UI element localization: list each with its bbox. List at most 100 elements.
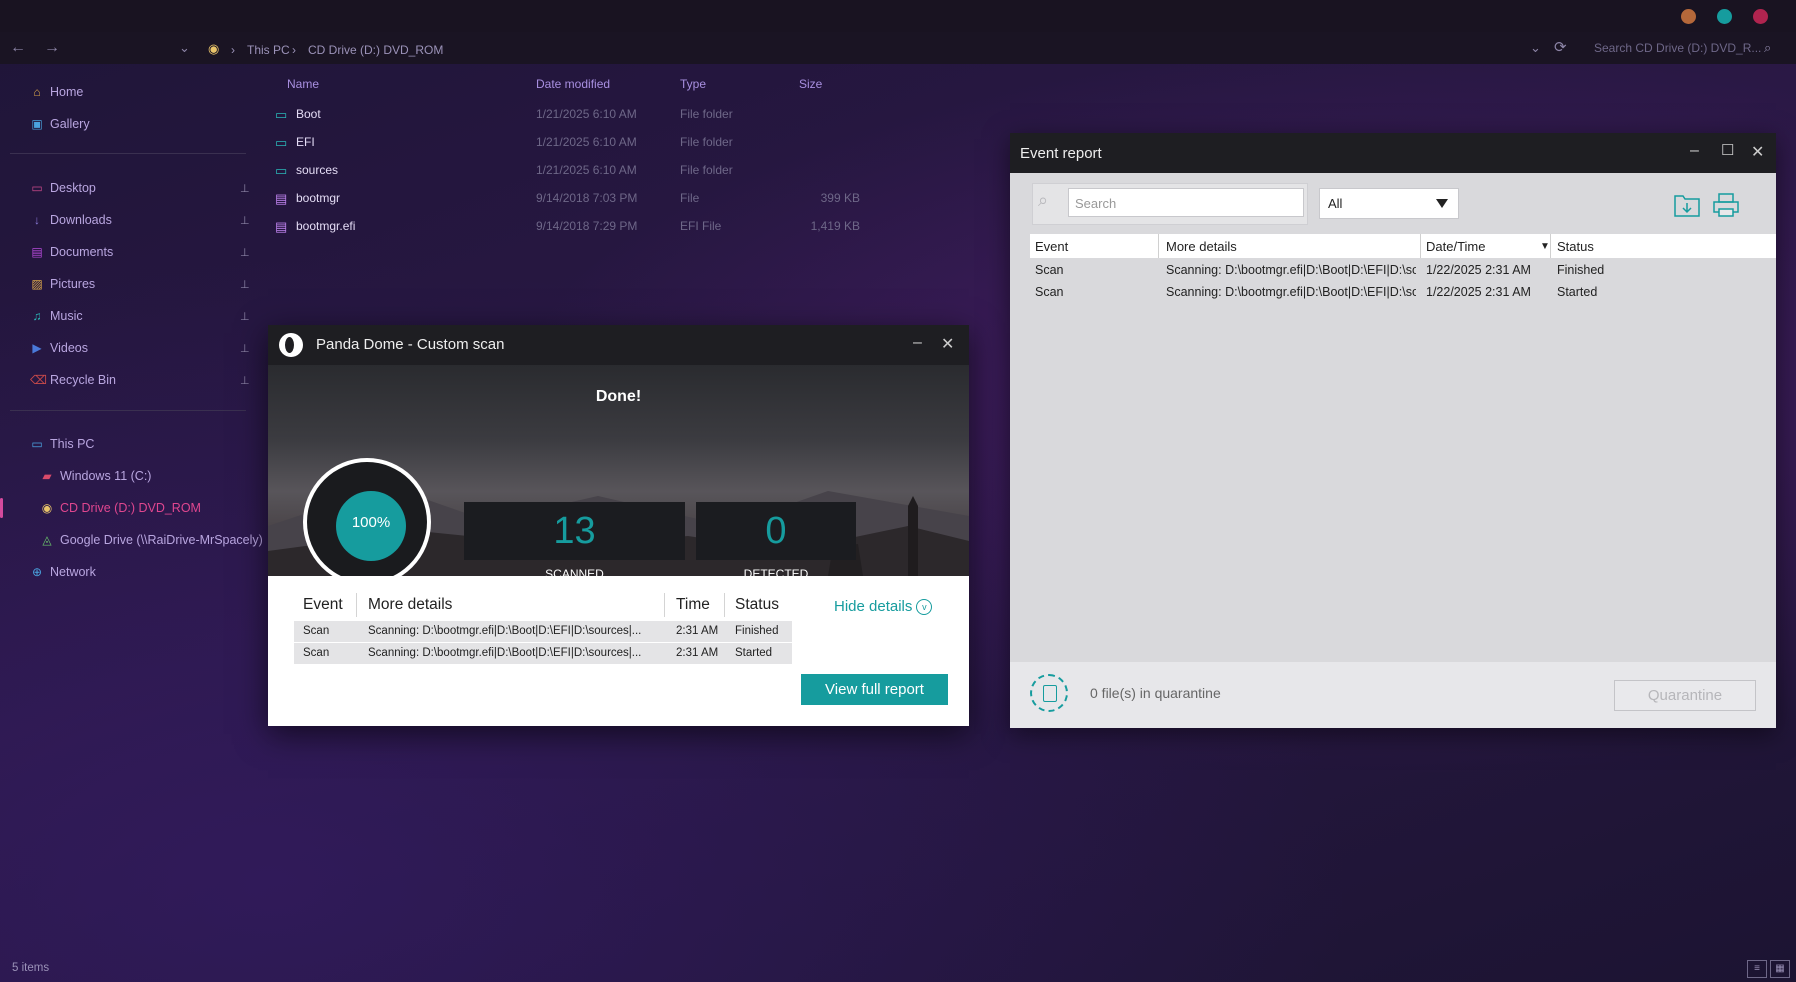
back-icon[interactable]: ← — [10, 39, 26, 57]
file-name: bootmgr.efi — [296, 219, 356, 233]
sidebar-item-recycle-bin[interactable]: ⌫ Recycle Bin — [30, 368, 116, 392]
file-row[interactable]: ▭ sources 1/21/2025 6:10 AM File folder — [270, 157, 900, 183]
file-date: 1/21/2025 6:10 AM — [536, 163, 637, 177]
column-header-type[interactable]: Type — [680, 77, 706, 91]
header-datetime[interactable]: Date/Time — [1426, 239, 1485, 254]
downloads-icon: ↓ — [34, 213, 40, 227]
sidebar-item-home[interactable]: ⌂ Home — [30, 80, 83, 104]
file-name: EFI — [296, 135, 315, 149]
sidebar-item-desktop[interactable]: ▭ Desktop — [30, 176, 96, 200]
pin-icon[interactable]: ⊥ — [240, 182, 250, 195]
row-event: Scan — [1035, 285, 1064, 299]
file-row[interactable]: ▭ Boot 1/21/2025 6:10 AM File folder — [270, 101, 900, 127]
sidebar-item-google-drive[interactable]: ◬ Google Drive (\\RaiDrive-MrSpacely) — [40, 528, 263, 552]
row-event: Scan — [303, 625, 330, 637]
close-icon[interactable]: ✕ — [1751, 142, 1764, 162]
file-icon: ▤ — [275, 219, 288, 234]
scanned-label: SCANNED — [545, 567, 604, 576]
window-dot-2[interactable] — [1717, 9, 1732, 24]
view-full-report-button[interactable]: View full report — [801, 674, 948, 705]
sort-desc-icon[interactable]: ▼ — [1540, 241, 1550, 252]
sidebar-item-videos[interactable]: ▶ Videos — [30, 336, 88, 360]
network-icon: ⊕ — [31, 565, 43, 579]
address-dropdown-chevron-icon[interactable]: ⌄ — [1530, 40, 1541, 56]
header-event[interactable]: Event — [1035, 239, 1068, 254]
file-row[interactable]: ▭ EFI 1/21/2025 6:10 AM File folder — [270, 129, 900, 155]
sidebar-item-label: Documents — [50, 245, 114, 259]
minimize-icon[interactable]: – — [1690, 142, 1699, 160]
event-report-titlebar: Event report – ☐ ✕ — [1010, 133, 1776, 173]
recent-locations-chevron-icon[interactable]: ⌄ — [179, 40, 190, 56]
pin-icon[interactable]: ⊥ — [240, 342, 250, 355]
event-row[interactable]: Scan Scanning: D:\bootmgr.efi|D:\Boot|D:… — [1030, 259, 1776, 281]
pin-icon[interactable]: ⊥ — [240, 374, 250, 387]
file-date: 1/21/2025 6:10 AM — [536, 107, 637, 121]
table-header-event: Event — [303, 596, 343, 613]
explorer-search-input[interactable]: Search CD Drive (D:) DVD_R... — [1580, 36, 1794, 60]
sidebar-item-label: Google Drive (\\RaiDrive-MrSpacely) — [60, 533, 263, 547]
print-icon[interactable] — [1712, 192, 1740, 218]
sidebar-item-network[interactable]: ⊕ Network — [30, 560, 96, 584]
refresh-icon[interactable]: ⟳ — [1554, 38, 1567, 56]
tiles-view-icon[interactable]: ▦ — [1770, 960, 1790, 978]
quarantine-button[interactable]: Quarantine — [1614, 680, 1756, 711]
row-details: Scanning: D:\bootmgr.efi|D:\Boot|D:\EFI|… — [368, 625, 642, 637]
window-dot-3[interactable] — [1753, 9, 1768, 24]
sidebar-item-pictures[interactable]: ▨ Pictures — [30, 272, 95, 296]
sidebar-item-music[interactable]: ♫ Music — [30, 304, 83, 328]
breadcrumb-this-pc[interactable]: This PC — [247, 43, 290, 57]
sidebar-item-label: Desktop — [50, 181, 96, 195]
file-name: Boot — [296, 107, 321, 121]
file-date: 9/14/2018 7:29 PM — [536, 219, 638, 233]
scanned-value: 13 — [553, 510, 596, 552]
desktop-icon: ▭ — [31, 181, 43, 195]
pin-icon[interactable]: ⊥ — [240, 310, 250, 323]
table-row[interactable]: Scan Scanning: D:\bootmgr.efi|D:\Boot|D:… — [294, 621, 792, 642]
gallery-icon: ▣ — [31, 117, 43, 131]
forward-icon[interactable]: → — [44, 39, 60, 57]
cd-drive-icon: ◉ — [41, 501, 53, 515]
dropdown-arrow-icon — [1436, 199, 1448, 208]
pin-icon[interactable]: ⊥ — [240, 246, 250, 259]
header-details[interactable]: More details — [1166, 239, 1237, 254]
google-drive-icon: ◬ — [42, 533, 52, 547]
sidebar-item-cd-drive[interactable]: ◉ CD Drive (D:) DVD_ROM — [40, 496, 201, 520]
window-dot-1[interactable] — [1681, 9, 1696, 24]
home-icon: ⌂ — [33, 85, 41, 99]
sidebar-item-gallery[interactable]: ▣ Gallery — [30, 112, 89, 136]
file-type: File folder — [680, 163, 733, 177]
file-size: 1,419 KB — [810, 219, 860, 233]
hide-details-link[interactable]: Hide details v — [834, 598, 933, 615]
chevron-down-icon: v — [916, 599, 933, 615]
event-row[interactable]: Scan Scanning: D:\bootmgr.efi|D:\Boot|D:… — [1030, 281, 1776, 303]
file-row[interactable]: ▤ bootmgr 9/14/2018 7:03 PM File 399 KB — [270, 185, 900, 211]
maximize-icon[interactable]: ☐ — [1721, 141, 1734, 159]
breadcrumb-cd-drive[interactable]: CD Drive (D:) DVD_ROM — [308, 43, 443, 57]
sidebar-item-documents[interactable]: ▤ Documents — [30, 240, 113, 264]
pin-icon[interactable]: ⊥ — [240, 278, 250, 291]
sidebar-item-windows-c[interactable]: ▰ Windows 11 (C:) — [40, 464, 151, 488]
header-status[interactable]: Status — [1557, 239, 1594, 254]
sidebar-item-downloads[interactable]: ↓ Downloads — [30, 208, 112, 232]
sidebar-item-label: Recycle Bin — [50, 373, 116, 387]
column-header-date[interactable]: Date modified — [536, 77, 610, 91]
sidebar-item-this-pc[interactable]: ▭ This PC — [30, 432, 94, 456]
close-icon[interactable]: ✕ — [941, 334, 954, 354]
column-header-size[interactable]: Size — [799, 77, 822, 91]
quarantine-count: 0 file(s) in quarantine — [1090, 685, 1221, 701]
panda-titlebar: Panda Dome - Custom scan – ✕ — [268, 325, 969, 365]
folder-icon: ▭ — [275, 135, 288, 150]
detected-label: DETECTED — [743, 567, 809, 576]
export-folder-icon[interactable] — [1673, 192, 1701, 218]
recycle-bin-icon: ⌫ — [30, 373, 47, 387]
details-view-icon[interactable]: ≡ — [1747, 960, 1767, 978]
pin-icon[interactable]: ⊥ — [240, 214, 250, 227]
minimize-icon[interactable]: – — [913, 334, 922, 352]
column-header-name[interactable]: Name — [287, 77, 319, 91]
column-divider — [356, 593, 357, 617]
file-row[interactable]: ▤ bootmgr.efi 9/14/2018 7:29 PM EFI File… — [270, 213, 900, 239]
table-row[interactable]: Scan Scanning: D:\bootmgr.efi|D:\Boot|D:… — [294, 643, 792, 664]
event-search-input[interactable]: Search — [1068, 188, 1304, 217]
event-report-title: Event report — [1020, 145, 1102, 162]
event-filter-select[interactable]: All — [1319, 188, 1459, 219]
